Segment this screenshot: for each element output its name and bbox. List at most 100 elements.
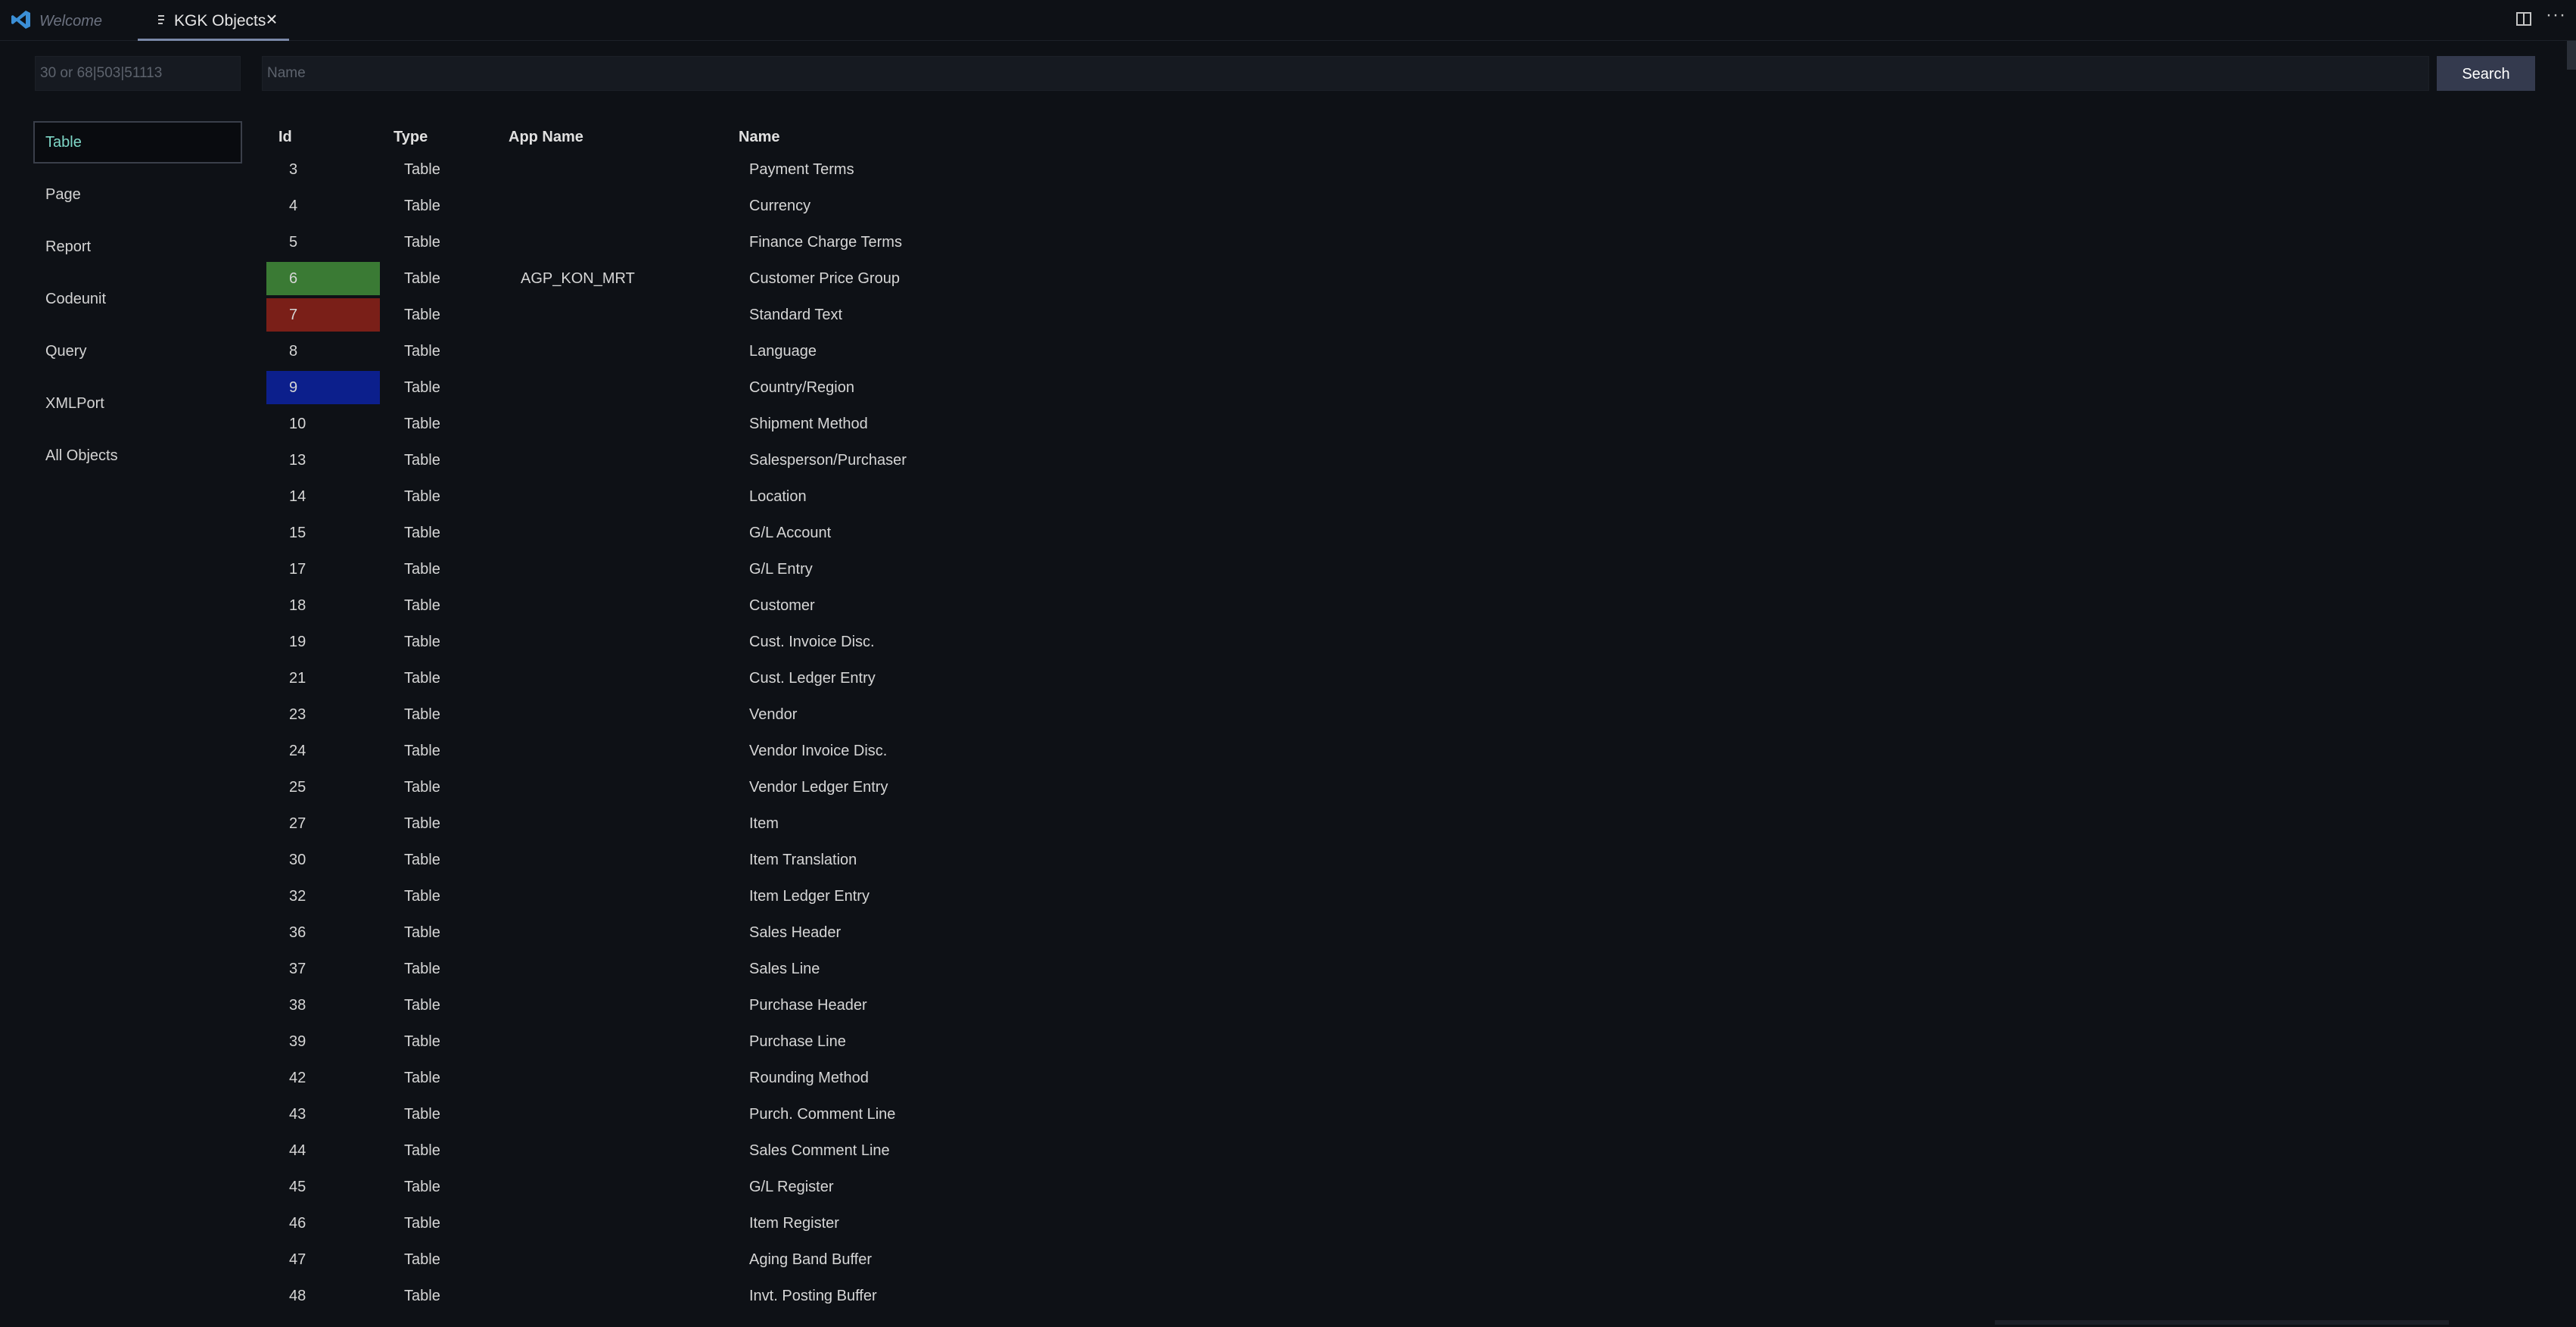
cell-type: Table [404,706,440,723]
table-row[interactable]: 14 Table Location [265,480,2520,516]
cell-id: 7 [266,298,380,332]
cell-id: 32 [289,888,306,905]
cell-name: Payment Terms [749,161,854,178]
cell-name: Item Register [749,1215,839,1232]
cell-type: Table [404,561,440,578]
table-row[interactable]: 23 Table Vendor [265,698,2520,734]
cell-type: Table [404,1142,440,1159]
cell-id: 14 [289,488,306,505]
table-row[interactable]: 47 Table Aging Band Buffer [265,1243,2520,1279]
cell-name: Language [749,343,817,360]
cell-name: Vendor Ledger Entry [749,779,888,796]
table-row[interactable]: 39 Table Purchase Line [265,1025,2520,1061]
cell-type: Table [404,961,440,977]
cell-type: Table [404,488,440,505]
cell-name: Vendor Invoice Disc. [749,743,888,759]
cell-name: Customer Price Group [749,270,900,287]
id-filter-input[interactable] [35,56,241,91]
column-header-type[interactable]: Type [394,129,428,146]
table-row[interactable]: 30 Table Item Translation [265,843,2520,880]
sidebar-item-report[interactable]: Report [33,226,242,268]
more-actions-icon[interactable]: ··· [2546,6,2565,27]
horizontal-scrollbar[interactable] [1995,1320,2449,1325]
table-row[interactable]: 44 Table Sales Comment Line [265,1134,2520,1170]
sidebar-item-query[interactable]: Query [33,330,242,372]
table-row[interactable]: 10 Table Shipment Method [265,407,2520,444]
cell-name: Sales Line [749,961,820,977]
table-row[interactable]: 4 Table Currency [265,189,2520,226]
sidebar-item-xmlport[interactable]: XMLPort [33,382,242,425]
cell-type: Table [404,525,440,541]
table-row[interactable]: 8 Table Language [265,335,2520,371]
tab-welcome[interactable]: Welcome [39,0,102,41]
table-row[interactable]: 15 Table G/L Account [265,516,2520,553]
cell-id: 24 [289,743,306,759]
table-row[interactable]: 7 Table Standard Text [265,298,2520,335]
cell-name: Item Ledger Entry [749,888,870,905]
scrollbar-thumb[interactable] [2567,41,2576,70]
file-list-icon [158,15,164,24]
table-row[interactable]: 36 Table Sales Header [265,916,2520,952]
table-row[interactable]: 25 Table Vendor Ledger Entry [265,771,2520,807]
cell-name: Item [749,815,779,832]
tab-kgk-objects[interactable]: KGK Objects × [138,0,289,41]
cell-name: Purchase Header [749,997,867,1014]
cell-type: Table [404,234,440,251]
cell-type: Table [404,198,440,214]
table-row[interactable]: 13 Table Salesperson/Purchaser [265,444,2520,480]
table-row[interactable]: 43 Table Purch. Comment Line [265,1098,2520,1134]
name-filter-input[interactable] [262,56,2429,91]
table-row[interactable]: 9 Table Country/Region [265,371,2520,407]
cell-id: 46 [289,1215,306,1232]
table-row[interactable]: 27 Table Item [265,807,2520,843]
column-header-name[interactable]: Name [739,129,779,146]
search-button[interactable]: Search [2437,56,2535,91]
table-row[interactable]: 46 Table Item Register [265,1207,2520,1243]
sidebar-item-table[interactable]: Table [33,121,242,164]
cell-name: G/L Register [749,1179,834,1195]
table-row[interactable]: 17 Table G/L Entry [265,553,2520,589]
column-header-id[interactable]: Id [278,129,292,146]
table-row[interactable]: 48 Table Invt. Posting Buffer [265,1279,2520,1316]
cell-id: 39 [289,1033,306,1050]
cell-name: Item Translation [749,852,857,868]
table-row[interactable]: 37 Table Sales Line [265,952,2520,989]
cell-name: G/L Account [749,525,832,541]
table-row[interactable]: 24 Table Vendor Invoice Disc. [265,734,2520,771]
cell-id: 45 [289,1179,306,1195]
cell-type: Table [404,161,440,178]
cell-name: Rounding Method [749,1070,869,1086]
table-row[interactable]: 21 Table Cust. Ledger Entry [265,662,2520,698]
cell-id: 44 [289,1142,306,1159]
table-row[interactable]: 32 Table Item Ledger Entry [265,880,2520,916]
table-row[interactable]: 18 Table Customer [265,589,2520,625]
cell-id: 4 [289,198,298,214]
cell-id: 21 [289,670,306,687]
cell-name: Purch. Comment Line [749,1106,896,1123]
cell-name: Sales Comment Line [749,1142,890,1159]
cell-type: Table [404,888,440,905]
close-icon[interactable]: × [262,9,282,29]
sidebar-item-codeunit[interactable]: Codeunit [33,278,242,320]
cell-name: Cust. Ledger Entry [749,670,876,687]
cell-id: 48 [289,1288,306,1304]
table-row[interactable]: 3 Table Payment Terms [265,153,2520,189]
table-row[interactable]: 42 Table Rounding Method [265,1061,2520,1098]
column-header-app-name[interactable]: App Name [509,129,583,146]
cell-type: Table [404,270,440,287]
cell-id: 27 [289,815,306,832]
split-editor-icon[interactable] [2515,11,2532,27]
cell-type: Table [404,1251,440,1268]
table-row[interactable]: 5 Table Finance Charge Terms [265,226,2520,262]
cell-id: 47 [289,1251,306,1268]
sidebar-item-page[interactable]: Page [33,173,242,216]
cell-type: Table [404,1033,440,1050]
table-row[interactable]: 38 Table Purchase Header [265,989,2520,1025]
cell-name: Currency [749,198,811,214]
cell-type: Table [404,597,440,614]
sidebar-item-all-objects[interactable]: All Objects [33,435,242,477]
table-row[interactable]: 19 Table Cust. Invoice Disc. [265,625,2520,662]
cell-type: Table [404,815,440,832]
table-row[interactable]: 45 Table G/L Register [265,1170,2520,1207]
table-row[interactable]: 6 Table AGP_KON_MRT Customer Price Group [265,262,2520,298]
